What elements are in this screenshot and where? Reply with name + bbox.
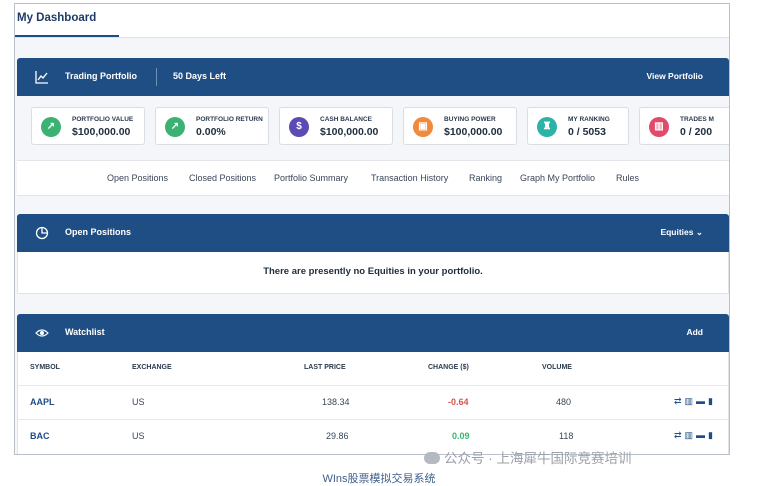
stat-card-trades: ▥ TRADES M 0 / 200: [639, 107, 729, 145]
volume-cell: 480: [556, 397, 572, 407]
stat-value: $100,000.00: [444, 126, 503, 138]
col-exchange: EXCHANGE: [132, 364, 172, 371]
equities-label: Equities: [660, 227, 694, 237]
exchange-cell: US: [132, 431, 145, 441]
tab-closed-positions[interactable]: Closed Positions: [189, 173, 256, 183]
stat-card-cash-balance: $ CASH BALANCE $100,000.00: [279, 107, 393, 145]
equities-dropdown[interactable]: Equities ⌄: [660, 227, 703, 238]
stat-label: PORTFOLIO VALUE: [72, 116, 134, 123]
chat-bubble-icon: [424, 452, 440, 464]
volume-cell: 118: [559, 431, 574, 441]
col-last-price: LAST PRICE: [304, 364, 346, 371]
stat-label: TRADES M: [680, 116, 714, 123]
bar-chart-icon: ▥: [649, 117, 669, 137]
stat-label: MY RANKING: [568, 116, 610, 123]
portfolio-title: Trading Portfolio: [65, 71, 137, 81]
empty-positions-message: There are presently no Equities in your …: [263, 266, 483, 277]
trash-icon[interactable]: ▮: [708, 396, 716, 406]
trade-icon[interactable]: ⇄: [674, 430, 685, 440]
dollar-icon: $: [289, 117, 309, 137]
pie-chart-icon: [35, 226, 49, 240]
col-change: CHANGE ($): [428, 364, 469, 371]
portfolio-tabs: Open Positions Closed Positions Portfoli…: [17, 160, 729, 196]
change-cell: 0.09: [452, 431, 470, 441]
tab-ranking[interactable]: Ranking: [469, 173, 502, 183]
stat-label: PORTFOLIO RETURN: [196, 116, 263, 123]
trophy-icon: ♜: [537, 117, 557, 137]
source-watermark: 公众号 · 上海犀牛国际竞赛培训: [424, 447, 632, 467]
stat-value: 0.00%: [196, 126, 226, 138]
chart-icon[interactable]: ▥: [685, 430, 697, 440]
eye-icon: [35, 329, 49, 337]
arrow-up-right-icon: ↗: [41, 117, 61, 137]
dashboard-header: My Dashboard: [15, 4, 729, 38]
dashboard-tab[interactable]: My Dashboard: [17, 12, 96, 24]
change-cell: -0.64: [448, 397, 469, 407]
watchlist-table: SYMBOL EXCHANGE LAST PRICE CHANGE ($) VO…: [17, 352, 729, 454]
wallet-icon: ▣: [413, 117, 433, 137]
open-positions-bar: Open Positions Equities ⌄: [17, 214, 729, 252]
stat-value: 0 / 5053: [568, 126, 606, 138]
image-caption: WIns股票模拟交易系统: [322, 473, 436, 485]
active-tab-indicator: [15, 35, 119, 37]
trade-icon[interactable]: ⇄: [674, 396, 685, 406]
stat-card-portfolio-value: ↗ PORTFOLIO VALUE $100,000.00: [31, 107, 145, 145]
stat-card-my-ranking: ♜ MY RANKING 0 / 5053: [527, 107, 629, 145]
last-price-cell: 138.34: [322, 397, 350, 407]
arrow-up-right-icon: ↗: [165, 117, 185, 137]
news-icon[interactable]: ▬: [696, 430, 708, 440]
tab-transaction-history[interactable]: Transaction History: [371, 173, 448, 183]
watchlist-title: Watchlist: [65, 327, 105, 337]
row-actions: ⇄▥▬▮: [674, 430, 716, 441]
tab-open-positions[interactable]: Open Positions: [107, 173, 168, 183]
stat-value: $100,000.00: [72, 126, 131, 138]
tab-graph-my-portfolio[interactable]: Graph My Portfolio: [520, 173, 595, 183]
trash-icon[interactable]: ▮: [708, 430, 716, 440]
add-watchlist-button[interactable]: Add: [686, 327, 703, 337]
stat-card-portfolio-return: ↗ PORTFOLIO RETURN 0.00%: [155, 107, 269, 145]
open-positions-body: There are presently no Equities in your …: [17, 252, 729, 294]
stat-label: CASH BALANCE: [320, 116, 372, 123]
col-symbol: SYMBOL: [30, 364, 60, 371]
dashboard-window: My Dashboard Trading Portfolio 50 Days L…: [14, 3, 730, 455]
chevron-down-icon: ⌄: [695, 227, 703, 237]
line-chart-icon: [35, 71, 48, 84]
open-positions-title: Open Positions: [65, 227, 132, 237]
exchange-cell: US: [132, 397, 145, 407]
view-portfolio-link[interactable]: View Portfolio: [646, 71, 703, 81]
news-icon[interactable]: ▬: [696, 396, 708, 406]
table-row: AAPL US 138.34 -0.64 480 ⇄▥▬▮: [18, 385, 729, 419]
days-left: 50 Days Left: [173, 71, 227, 81]
stat-value: 0 / 200: [680, 126, 713, 138]
stats-strip: ↗ PORTFOLIO VALUE $100,000.00 ↗ PORTFOLI…: [17, 98, 729, 160]
trading-portfolio-bar: Trading Portfolio 50 Days Left View Port…: [17, 58, 729, 96]
symbol-link[interactable]: AAPL: [30, 397, 55, 407]
divider: [156, 68, 157, 86]
stat-label: BUYING POWER: [444, 116, 496, 123]
last-price-cell: 29.86: [326, 431, 349, 441]
chart-icon[interactable]: ▥: [685, 396, 697, 406]
symbol-link[interactable]: BAC: [30, 431, 50, 441]
stat-card-buying-power: ▣ BUYING POWER $100,000.00: [403, 107, 517, 145]
stat-value: $100,000.00: [320, 126, 379, 138]
tab-rules[interactable]: Rules: [616, 173, 639, 183]
tab-portfolio-summary[interactable]: Portfolio Summary: [274, 173, 348, 183]
source-label: 公众号 · 上海犀牛国际竞赛培训: [444, 451, 632, 466]
row-actions: ⇄▥▬▮: [674, 396, 716, 407]
watchlist-bar: Watchlist Add: [17, 314, 729, 352]
col-volume: VOLUME: [542, 364, 572, 371]
